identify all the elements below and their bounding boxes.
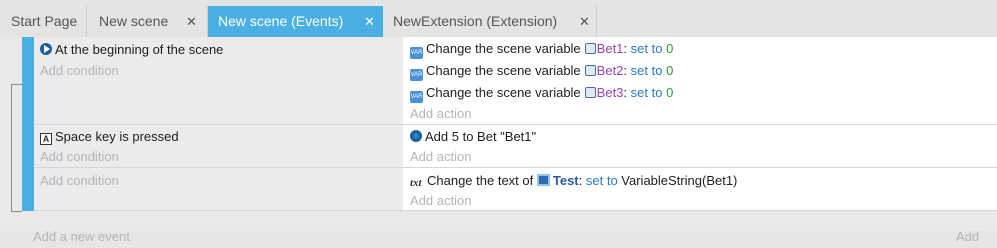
operator: set to	[585, 173, 618, 188]
tab-label: New scene (Events)	[218, 13, 344, 29]
tab-new-scene-events[interactable]: New scene (Events) ✕	[208, 6, 383, 37]
add-action-button[interactable]: Add action	[410, 190, 471, 212]
object-name: Test	[552, 173, 579, 188]
action-prefix: Change the text of	[427, 173, 534, 188]
close-icon[interactable]: ✕	[364, 6, 375, 37]
add-event-button[interactable]: Add a new event	[33, 226, 130, 248]
actions-column[interactable]: VAR Change the scene variable Bet1: set to…	[403, 37, 997, 125]
tree-guide-line	[11, 211, 22, 212]
scene-start-icon	[40, 43, 52, 55]
condition-item[interactable]: A Space key is pressed	[40, 126, 179, 148]
add-action-button[interactable]: Add action	[410, 103, 471, 125]
action-item[interactable]: Add 5 to Bet "Bet1"	[410, 126, 536, 148]
add-condition-button[interactable]: Add condition	[40, 146, 119, 168]
variable-name: Bet3	[596, 85, 624, 100]
variable-name: Bet2	[596, 63, 624, 78]
add-condition-button[interactable]: Add condition	[40, 170, 119, 192]
conditions-column[interactable]: A Space key is pressed Add condition	[34, 125, 403, 168]
operator: set to	[630, 63, 663, 78]
conditions-column[interactable]: At the beginning of the scene Add condit…	[34, 37, 403, 125]
value: 0	[666, 85, 674, 100]
actions-column[interactable]: txt Change the text of Test: set to Varia…	[403, 168, 997, 211]
tab-label: New scene	[99, 13, 169, 29]
conditions-column[interactable]: Add condition	[34, 168, 403, 211]
events-sheet: At the beginning of the scene Add condit…	[0, 37, 997, 244]
action-prefix: Change the scene variable	[426, 63, 581, 78]
event-block[interactable]: Add condition txt Change the text of Test…	[22, 168, 997, 211]
event-handle[interactable]	[22, 168, 34, 211]
tab-bar: Start Page New scene ✕ New scene (Events…	[0, 0, 997, 37]
tab-start-page[interactable]: Start Page	[0, 6, 87, 37]
action-prefix: Change the scene variable	[426, 85, 581, 100]
actions-column[interactable]: Add 5 to Bet "Bet1" Add action	[403, 125, 997, 168]
action-item[interactable]: VAR Change the scene variable Bet1: set to…	[410, 38, 673, 60]
tree-guide-line	[11, 84, 12, 211]
tab-label: Start Page	[11, 13, 78, 29]
scene-variable-icon: VAR	[410, 47, 423, 59]
text-object-icon	[536, 174, 550, 186]
event-handle[interactable]	[22, 125, 34, 168]
event-block[interactable]: A Space key is pressed Add condition Add …	[22, 125, 997, 168]
value: VariableString(Bet1)	[621, 173, 738, 188]
close-icon[interactable]: ✕	[579, 6, 590, 37]
action-text: Add 5 to Bet "Bet1"	[425, 129, 537, 144]
action-item[interactable]: VAR Change the scene variable Bet3: set to…	[410, 82, 673, 104]
add-button[interactable]: Add	[956, 226, 979, 248]
variable-icon	[584, 87, 596, 98]
scene-variable-icon: VAR	[410, 69, 423, 81]
action-item[interactable]: VAR Change the scene variable Bet2: set to…	[410, 60, 673, 82]
operator: set to	[630, 85, 663, 100]
action-prefix: Change the scene variable	[426, 41, 581, 56]
variable-icon	[584, 65, 596, 76]
tab-new-extension[interactable]: NewExtension (Extension) ✕	[383, 6, 597, 37]
action-item[interactable]: txt Change the text of Test: set to Varia…	[410, 170, 737, 192]
variable-name: Bet1	[596, 41, 624, 56]
variable-icon	[584, 43, 596, 54]
tree-guide-line	[11, 84, 22, 85]
close-icon[interactable]: ✕	[186, 6, 197, 37]
keyboard-key-icon: A	[40, 133, 52, 145]
operator: set to	[630, 41, 663, 56]
scene-variable-icon: VAR	[410, 91, 423, 103]
condition-item[interactable]: At the beginning of the scene	[40, 39, 223, 61]
tab-new-scene[interactable]: New scene ✕	[87, 6, 208, 37]
tab-label: NewExtension (Extension)	[393, 13, 558, 29]
extension-gear-icon	[410, 130, 422, 142]
add-condition-button[interactable]: Add condition	[40, 60, 119, 82]
value: 0	[666, 63, 674, 78]
key-name: Space	[55, 129, 92, 144]
value: 0	[666, 41, 674, 56]
event-block[interactable]: At the beginning of the scene Add condit…	[22, 37, 997, 125]
condition-text: key is pressed	[95, 129, 179, 144]
text-icon: txt	[410, 177, 422, 189]
condition-text: At the beginning of the scene	[55, 42, 224, 57]
add-action-button[interactable]: Add action	[410, 146, 471, 168]
event-handle[interactable]	[22, 37, 34, 125]
